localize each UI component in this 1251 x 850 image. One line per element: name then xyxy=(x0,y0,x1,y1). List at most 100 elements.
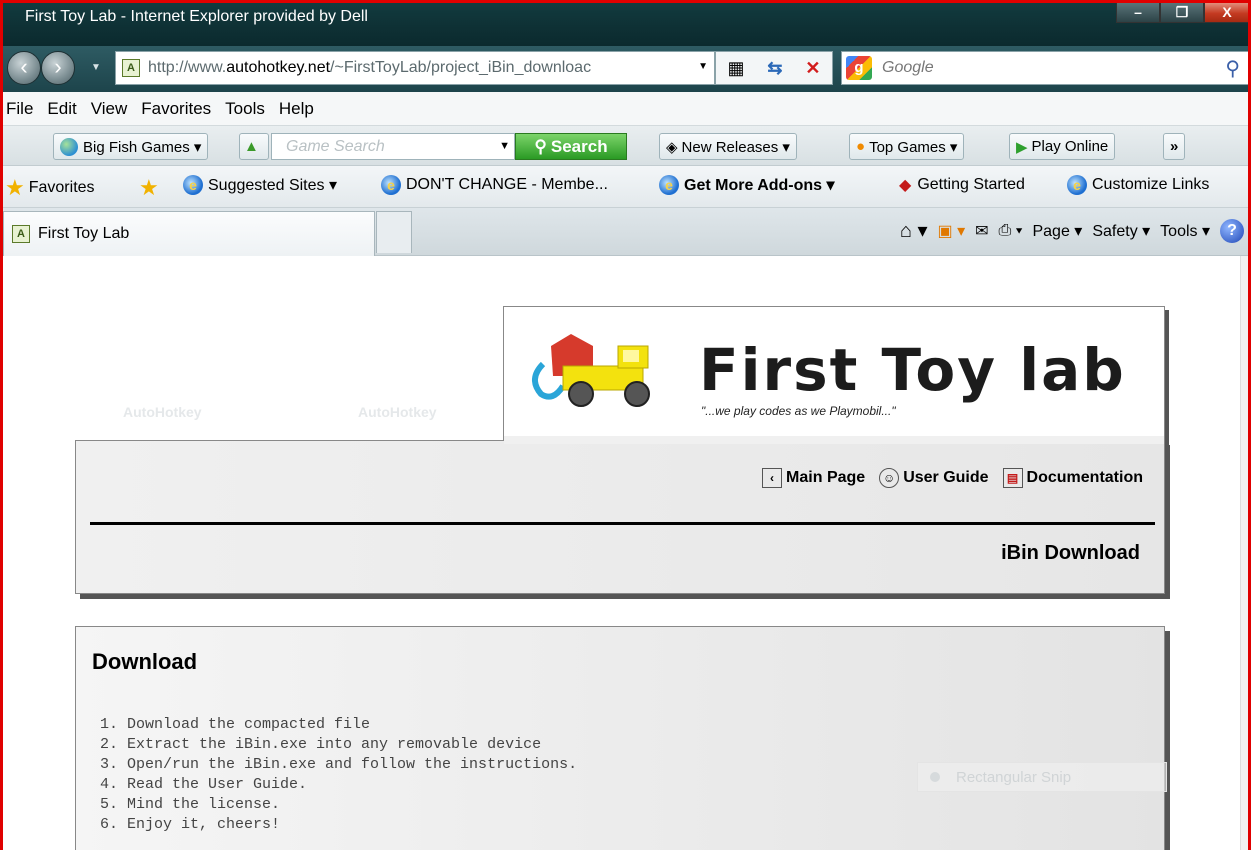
game-search-input[interactable]: Game Search ▼ xyxy=(271,133,515,160)
tab-label: First Toy Lab xyxy=(38,225,130,242)
search-box[interactable]: g Google ⚲ xyxy=(841,51,1248,85)
fav-suggested-sites[interactable]: e Suggested Sites ▾ xyxy=(183,175,337,195)
forward-button[interactable]: › xyxy=(41,51,75,85)
fav-label: DON'T CHANGE - Membe... xyxy=(406,176,608,193)
search-icon[interactable]: ⚲ xyxy=(1225,56,1240,81)
fav-label: Customize Links xyxy=(1092,176,1210,193)
ie-icon: e xyxy=(183,175,203,195)
snip-label: Rectangular Snip xyxy=(956,768,1072,786)
page-icon: A xyxy=(12,225,30,243)
search-button-label: Search xyxy=(550,136,608,156)
feeds-icon[interactable]: ▣ ▾ xyxy=(938,221,966,241)
bigfish-games-button[interactable]: Big Fish Games ▾ xyxy=(53,133,209,160)
fav-getting-started[interactable]: ◆ Getting Started xyxy=(899,175,1025,195)
site-tagline: "...we play codes as we Playmobil..." xyxy=(701,404,896,418)
tools-menu[interactable]: Tools ▾ xyxy=(1160,221,1210,241)
top-games-button[interactable]: ● Top Games ▾ xyxy=(849,133,965,160)
tab-first-toy-lab[interactable]: A First Toy Lab xyxy=(3,211,375,256)
favorites-button[interactable]: ★ Favorites xyxy=(5,175,95,201)
vertical-scrollbar[interactable] xyxy=(1240,256,1248,850)
tab-row: A First Toy Lab ⌂ ▾ ▣ ▾ ✉ ⎙ ▾ Page ▾ Saf… xyxy=(3,208,1248,256)
snip-tool-overlay[interactable]: Rectangular Snip xyxy=(917,762,1167,792)
truck-logo-icon xyxy=(532,334,650,407)
fav-customize-links[interactable]: e Customize Links xyxy=(1067,175,1209,195)
url-prefix: http://www. xyxy=(148,59,227,76)
back-button[interactable]: ‹ xyxy=(7,51,41,85)
menu-view[interactable]: View xyxy=(91,99,128,119)
minimize-button[interactable]: – xyxy=(1116,3,1160,23)
refresh-icon[interactable]: ⇆ xyxy=(767,58,782,79)
nav-main-page[interactable]: ‹ Main Page xyxy=(762,468,865,488)
favorites-star-icon: ★ xyxy=(5,175,25,200)
add-favorite-icon: ★ xyxy=(139,175,159,200)
nav-user-guide-label: User Guide xyxy=(903,469,989,486)
top-games-label: Top Games ▾ xyxy=(869,138,958,156)
home-icon[interactable]: ⌂ ▾ xyxy=(900,218,928,243)
ie-icon: e xyxy=(381,175,401,195)
ie-icon: e xyxy=(1067,175,1087,195)
list-item: 6. Enjoy it, cheers! xyxy=(100,816,281,833)
address-bar[interactable]: A http://www. autohotkey.net/~FirstToyLab… xyxy=(115,51,715,85)
fav-dont-change[interactable]: e DON'T CHANGE - Membe... xyxy=(381,175,608,195)
read-mail-icon[interactable]: ✉ xyxy=(975,221,988,241)
google-icon: g xyxy=(846,56,872,80)
browser-window: First Toy Lab - Internet Explorer provid… xyxy=(0,0,1251,850)
flame-icon: ● xyxy=(856,138,866,155)
header-divider xyxy=(90,522,1155,525)
nav-main-page-label: Main Page xyxy=(786,469,866,486)
fav-get-more-addons[interactable]: e Get More Add-ons ▾ xyxy=(659,175,835,195)
add-to-favorites-button[interactable]: ★ xyxy=(139,175,163,201)
new-tab-button[interactable] xyxy=(376,211,412,253)
game-search-placeholder: Game Search xyxy=(286,138,385,155)
header-panel xyxy=(75,440,1165,594)
close-button[interactable]: X xyxy=(1204,3,1248,23)
play-online-label: Play Online xyxy=(1031,138,1109,155)
help-icon[interactable]: ? xyxy=(1220,218,1244,243)
page-content: AutoHotkey AutoHotkey First Toy lab "...… xyxy=(3,256,1248,850)
menu-file[interactable]: File xyxy=(6,99,33,119)
site-header: First Toy lab "...we play codes as we Pl… xyxy=(75,306,1165,594)
url-path: /~FirstToyLab/project_iBin_downloac xyxy=(330,59,592,76)
address-dropdown-icon[interactable]: ▼ xyxy=(698,61,708,72)
list-item: 2. Extract the iBin.exe into any removab… xyxy=(100,736,542,753)
play-online-button[interactable]: ▶ Play Online xyxy=(1009,133,1116,160)
new-releases-label: New Releases ▾ xyxy=(681,138,790,156)
url-host: autohotkey.net xyxy=(226,59,331,76)
window-controls: – ❐ X xyxy=(1116,3,1248,23)
print-icon[interactable]: ⎙ ▾ xyxy=(999,222,1023,240)
fav-label: Get More Add-ons ▾ xyxy=(684,177,835,194)
page-icon: A xyxy=(122,59,140,77)
command-bar: ⌂ ▾ ▣ ▾ ✉ ⎙ ▾ Page ▾ Safety ▾ Tools ▾ ? xyxy=(890,218,1244,243)
menu-tools[interactable]: Tools xyxy=(225,99,265,119)
compatibility-view-icon[interactable]: ▦ xyxy=(727,58,744,79)
page-title: iBin Download xyxy=(1001,542,1140,564)
menu-edit[interactable]: Edit xyxy=(47,99,76,119)
download-heading: Download xyxy=(92,649,198,674)
snip-radio-icon xyxy=(930,772,940,782)
search-icon: ⚲ xyxy=(534,136,547,156)
list-item: 4. Read the User Guide. xyxy=(100,776,308,793)
favorites-bar: ★ Favorites ★ e Suggested Sites ▾ e DON'… xyxy=(3,166,1248,208)
back-arrow-icon: ‹ xyxy=(762,468,783,488)
play-icon: ▶ xyxy=(1016,138,1028,156)
site-logo-title: First Toy lab xyxy=(699,336,1126,404)
toolbar-more-button[interactable]: » xyxy=(1163,133,1186,160)
new-releases-button[interactable]: ◈ New Releases ▾ xyxy=(659,133,797,160)
nav-user-guide[interactable]: ☺ User Guide xyxy=(879,468,989,488)
game-search-dropdown-icon[interactable]: ▼ xyxy=(499,134,510,159)
game-search-button[interactable]: ⚲ Search xyxy=(515,133,627,160)
safety-menu[interactable]: Safety ▾ xyxy=(1092,221,1150,241)
fav-label: Getting Started xyxy=(917,176,1025,193)
nav-documentation[interactable]: ▤ Documentation xyxy=(1002,468,1143,488)
getting-started-icon: ◆ xyxy=(899,177,912,194)
page-menu[interactable]: Page ▾ xyxy=(1032,221,1082,241)
stop-icon[interactable]: ✕ xyxy=(805,58,820,79)
maximize-button[interactable]: ❐ xyxy=(1160,3,1204,23)
recent-pages-dropdown[interactable]: ▼ xyxy=(91,62,101,73)
menu-favorites[interactable]: Favorites xyxy=(141,99,211,119)
navigation-bar: ‹ › ▼ A http://www. autohotkey.net/~First… xyxy=(3,46,1248,92)
menu-help[interactable]: Help xyxy=(279,99,314,119)
game-menu-button[interactable]: ▲ xyxy=(239,133,269,160)
globe-icon xyxy=(60,137,78,156)
list-item: 5. Mind the license. xyxy=(100,796,281,813)
